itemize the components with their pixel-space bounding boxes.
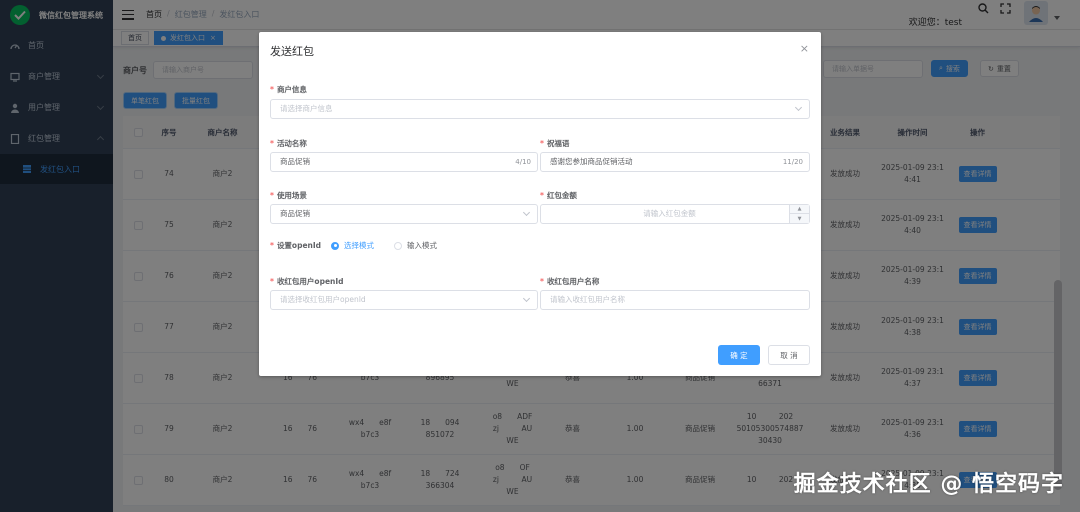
wish-label: * 祝福语	[540, 139, 570, 148]
mode-input-label[interactable]: 输入模式	[407, 240, 437, 251]
watermark: 掘金技术社区 @ 悟空码字	[793, 472, 1064, 497]
confirm-button[interactable]: 确 定	[718, 345, 760, 365]
openid-select[interactable]: 请选择收红包用户openId	[270, 290, 538, 310]
mode-input-radio[interactable]	[394, 241, 403, 250]
openid-mode-row: * 设置openId 选择模式 输入模式	[270, 240, 437, 251]
cancel-button[interactable]: 取 消	[768, 345, 810, 365]
chevron-down-icon	[522, 208, 531, 217]
openid-label: * 收红包用户openId	[270, 277, 344, 286]
chevron-down-icon	[522, 294, 531, 303]
merchant-info-select[interactable]: 请选择商户信息	[270, 99, 810, 119]
activity-name-label: * 活动名称	[270, 139, 307, 148]
send-redpacket-dialog: 发送红包 × * 商户信息 请选择商户信息 * 活动名称 商品促销 4/10 * 祝福语…	[259, 32, 821, 376]
scene-select[interactable]: 商品促销	[270, 204, 538, 224]
char-count: 11/20	[782, 158, 803, 166]
activity-name-input[interactable]: 商品促销 4/10	[270, 152, 538, 172]
close-icon[interactable]: ×	[800, 42, 809, 55]
mode-select-radio[interactable]	[331, 241, 340, 250]
amount-label: * 红包金额	[540, 191, 577, 200]
username-input[interactable]: 请输入收红包用户名称	[540, 290, 810, 310]
scene-label: * 使用场景	[270, 191, 307, 200]
mode-select-label[interactable]: 选择模式	[344, 240, 374, 251]
decrease-icon[interactable]: ▼	[790, 214, 809, 223]
char-count: 4/10	[515, 158, 531, 166]
dialog-title: 发送红包	[270, 45, 314, 58]
wish-input[interactable]: 感谢您参加商品促销活动 11/20	[540, 152, 810, 172]
merchant-info-label: * 商户信息	[270, 85, 307, 94]
username-label: * 收红包用户名称	[540, 277, 600, 286]
amount-input[interactable]: 请输入红包金额 ▲ ▼	[540, 204, 810, 224]
openid-mode-label: * 设置openId	[270, 241, 322, 250]
chevron-down-icon	[794, 103, 803, 112]
amount-stepper[interactable]: ▲ ▼	[789, 205, 809, 223]
